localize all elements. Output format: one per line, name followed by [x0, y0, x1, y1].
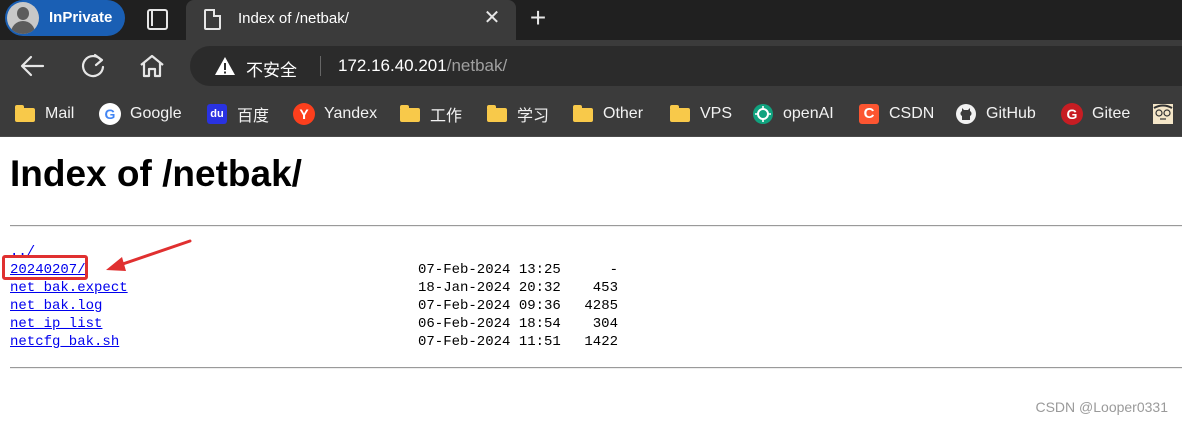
- profile-label: InPrivate: [49, 9, 113, 26]
- entry-link-net-bak-expect[interactable]: net_bak.expect: [10, 279, 128, 297]
- entry-size: 1422: [584, 334, 618, 350]
- bookmark-study[interactable]: 学习: [486, 92, 549, 136]
- openai-icon: [752, 103, 774, 125]
- bookmark-work[interactable]: 工作: [399, 92, 462, 136]
- bookmark-overflow[interactable]: [1152, 92, 1182, 136]
- bookmarks-bar: Mail G Google du 百度 Y Yandex 工作 学习 Other…: [0, 92, 1182, 137]
- bookmark-mail[interactable]: Mail: [14, 92, 74, 136]
- bookmark-google[interactable]: G Google: [99, 92, 182, 136]
- home-icon[interactable]: [137, 52, 167, 80]
- address-bar[interactable]: 不安全 172.16.40.201/netbak/: [190, 46, 1182, 86]
- entry-size: 453: [592, 280, 618, 296]
- bookmark-openai[interactable]: openAI: [752, 92, 834, 136]
- list-item: netcfg_bak.sh 07-Feb-2024 11:51 1422: [10, 333, 710, 351]
- yandex-icon: Y: [293, 103, 315, 125]
- warning-triangle-icon[interactable]: [214, 55, 236, 77]
- bookmark-yandex[interactable]: Y Yandex: [293, 92, 377, 136]
- back-arrow-icon[interactable]: [18, 52, 48, 80]
- avatar-icon: [7, 2, 39, 34]
- page-content: Index of /netbak/ ../ 20240207/ 07-Feb-2…: [0, 137, 1182, 424]
- inprivate-profile-button[interactable]: InPrivate: [5, 0, 125, 36]
- google-icon: G: [99, 103, 121, 125]
- tab-active[interactable]: Index of /netbak/ ✕: [186, 0, 516, 40]
- entry-link-netcfg-bak-sh[interactable]: netcfg_bak.sh: [10, 333, 119, 351]
- bookmark-vps[interactable]: VPS: [669, 92, 732, 136]
- baidu-icon: du: [206, 103, 228, 125]
- tab-strip: InPrivate Index of /netbak/ ✕ +: [0, 0, 1182, 40]
- entry-size: 4285: [584, 298, 618, 314]
- list-item: net_ip_list 06-Feb-2024 18:54 304: [10, 315, 710, 333]
- close-icon[interactable]: ✕: [482, 8, 502, 28]
- folder-icon: [486, 103, 508, 125]
- annotation-highlight-box: [2, 255, 88, 280]
- folder-icon: [572, 103, 594, 125]
- divider-top: [10, 225, 1182, 227]
- github-icon: [955, 103, 977, 125]
- not-secure-label[interactable]: 不安全: [246, 56, 297, 81]
- folder-icon: [669, 103, 691, 125]
- tab-title: Index of /netbak/: [238, 10, 349, 27]
- page-icon: [204, 9, 221, 30]
- gitee-icon: G: [1061, 103, 1083, 125]
- cartoon-face-icon: [1152, 103, 1174, 125]
- entry-link-net-ip-list[interactable]: net_ip_list: [10, 315, 102, 333]
- folder-icon: [14, 103, 36, 125]
- entry-link-net-bak-log[interactable]: net_bak.log: [10, 297, 102, 315]
- bookmark-gitee[interactable]: G Gitee: [1061, 92, 1130, 136]
- url-host: 172.16.40.201: [338, 56, 447, 75]
- annotation-arrow-icon: [106, 239, 192, 271]
- address-separator: [320, 56, 321, 76]
- divider-bottom: [10, 367, 1182, 369]
- list-item: net_bak.log 07-Feb-2024 09:36 4285: [10, 297, 710, 315]
- reload-icon[interactable]: [78, 52, 108, 80]
- bookmark-csdn[interactable]: C CSDN: [858, 92, 934, 136]
- entry-size: -: [609, 262, 618, 278]
- watermark: CSDN @Looper0331: [1035, 399, 1168, 415]
- list-item: net_bak.expect 18-Jan-2024 20:32 453: [10, 279, 710, 297]
- new-tab-plus-icon[interactable]: +: [526, 4, 550, 32]
- entry-size: 304: [592, 316, 618, 332]
- url-text[interactable]: 172.16.40.201/netbak/: [338, 56, 507, 76]
- navigation-toolbar: 不安全 172.16.40.201/netbak/: [0, 40, 1182, 92]
- tab-actions-icon[interactable]: [146, 8, 168, 30]
- bookmark-github[interactable]: GitHub: [955, 92, 1036, 136]
- bookmark-other[interactable]: Other: [572, 92, 643, 136]
- url-path: /netbak/: [446, 56, 508, 75]
- csdn-icon: C: [858, 103, 880, 125]
- folder-icon: [399, 103, 421, 125]
- page-title: Index of /netbak/: [10, 153, 302, 194]
- bookmark-baidu[interactable]: du 百度: [206, 92, 269, 136]
